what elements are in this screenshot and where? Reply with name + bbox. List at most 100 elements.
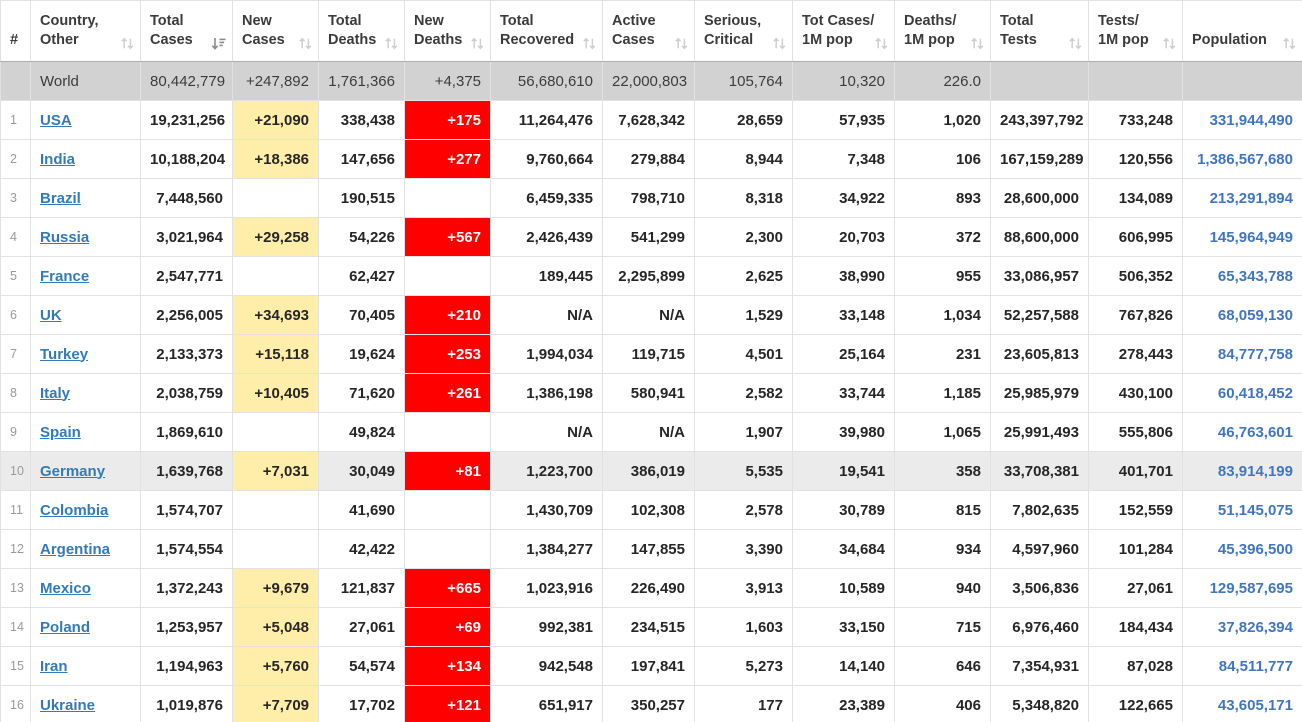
population-cell: 37,826,394 xyxy=(1183,608,1302,647)
cases-per-1m-cell: 10,320 xyxy=(793,62,895,101)
column-header-cases_per_1m[interactable]: Tot Cases/1M pop xyxy=(793,1,895,62)
new-cases-cell xyxy=(233,491,319,530)
sort-icon[interactable] xyxy=(772,36,787,51)
tests-per-1m-cell: 27,061 xyxy=(1089,569,1183,608)
population-link[interactable]: 84,777,758 xyxy=(1218,346,1293,363)
country-link[interactable]: Spain xyxy=(40,424,81,441)
country-link[interactable]: Germany xyxy=(40,463,105,480)
country-link[interactable]: Russia xyxy=(40,229,89,246)
total-cases-cell: 1,019,876 xyxy=(141,686,233,722)
deaths-per-1m-cell: 106 xyxy=(895,140,991,179)
rank-cell: 6 xyxy=(1,296,31,335)
country-link[interactable]: France xyxy=(40,268,89,285)
column-label: New xyxy=(242,12,312,31)
population-cell: 68,059,130 xyxy=(1183,296,1302,335)
country-link[interactable]: USA xyxy=(40,112,72,129)
population-cell: 83,914,199 xyxy=(1183,452,1302,491)
column-header-total_recovered[interactable]: TotalRecovered xyxy=(491,1,603,62)
rank-cell: 5 xyxy=(1,257,31,296)
sort-icon[interactable] xyxy=(384,36,399,51)
table-body: World80,442,779+247,8921,761,366+4,37556… xyxy=(1,62,1302,722)
table-row: 13Mexico1,372,243+9,679121,837+6651,023,… xyxy=(1,569,1302,608)
sort-icon[interactable] xyxy=(1282,36,1297,51)
cases-per-1m-cell: 57,935 xyxy=(793,101,895,140)
population-link[interactable]: 1,386,567,680 xyxy=(1197,151,1293,168)
column-header-serious_critical[interactable]: Serious,Critical xyxy=(695,1,793,62)
sort-icon[interactable] xyxy=(674,36,689,51)
tests-per-1m-cell: 401,701 xyxy=(1089,452,1183,491)
column-header-total_tests[interactable]: TotalTests xyxy=(991,1,1089,62)
column-header-active_cases[interactable]: ActiveCases xyxy=(603,1,695,62)
population-link[interactable]: 83,914,199 xyxy=(1218,463,1293,480)
sort-icon[interactable] xyxy=(1162,36,1177,51)
column-header-new_cases[interactable]: NewCases xyxy=(233,1,319,62)
sort-icon[interactable] xyxy=(874,36,889,51)
tests-per-1m-cell: 278,443 xyxy=(1089,335,1183,374)
serious-critical-cell: 8,318 xyxy=(695,179,793,218)
sort-icon[interactable] xyxy=(470,36,485,51)
population-link[interactable]: 145,964,949 xyxy=(1210,229,1293,246)
sort-icon[interactable] xyxy=(120,36,135,51)
tests-per-1m-cell: 120,556 xyxy=(1089,140,1183,179)
tests-per-1m-cell: 87,028 xyxy=(1089,647,1183,686)
column-header-total_cases[interactable]: TotalCases xyxy=(141,1,233,62)
deaths-per-1m-cell: 1,034 xyxy=(895,296,991,335)
serious-critical-cell: 2,578 xyxy=(695,491,793,530)
population-link[interactable]: 60,418,452 xyxy=(1218,385,1293,402)
total-recovered-cell: 1,386,198 xyxy=(491,374,603,413)
population-link[interactable]: 213,291,894 xyxy=(1210,190,1293,207)
column-header-deaths_per_1m[interactable]: Deaths/1M pop xyxy=(895,1,991,62)
population-link[interactable]: 37,826,394 xyxy=(1218,619,1293,636)
population-link[interactable]: 84,511,777 xyxy=(1219,658,1293,675)
column-header-tests_per_1m[interactable]: Tests/1M pop xyxy=(1089,1,1183,62)
sort-desc-icon[interactable] xyxy=(210,36,227,51)
population-link[interactable]: 51,145,075 xyxy=(1218,502,1293,519)
country-link[interactable]: Ukraine xyxy=(40,697,95,714)
new-cases-cell: +21,090 xyxy=(233,101,319,140)
table-row: 3Brazil7,448,560190,5156,459,335798,7108… xyxy=(1,179,1302,218)
country-link[interactable]: Argentina xyxy=(40,541,110,558)
population-link[interactable]: 129,587,695 xyxy=(1210,580,1293,597)
country-link[interactable]: Brazil xyxy=(40,190,81,207)
population-link[interactable]: 45,396,500 xyxy=(1218,541,1293,558)
country-link[interactable]: India xyxy=(40,151,75,168)
total-recovered-cell: 2,426,439 xyxy=(491,218,603,257)
population-link[interactable]: 65,343,788 xyxy=(1218,268,1293,285)
rank-cell: 3 xyxy=(1,179,31,218)
sort-icon[interactable] xyxy=(970,36,985,51)
column-header-new_deaths[interactable]: NewDeaths xyxy=(405,1,491,62)
country-link[interactable]: UK xyxy=(40,307,62,324)
country-link[interactable]: Iran xyxy=(40,658,68,675)
total-cases-cell: 1,869,610 xyxy=(141,413,233,452)
country-link[interactable]: Poland xyxy=(40,619,90,636)
cases-per-1m-cell: 25,164 xyxy=(793,335,895,374)
serious-critical-cell: 1,529 xyxy=(695,296,793,335)
population-link[interactable]: 43,605,171 xyxy=(1218,697,1293,714)
tests-per-1m-cell: 555,806 xyxy=(1089,413,1183,452)
country-cell: UK xyxy=(31,296,141,335)
sort-icon[interactable] xyxy=(298,36,313,51)
total-deaths-cell: 121,837 xyxy=(319,569,405,608)
population-link[interactable]: 46,763,601 xyxy=(1218,424,1293,441)
column-header-total_deaths[interactable]: TotalDeaths xyxy=(319,1,405,62)
country-cell: Spain xyxy=(31,413,141,452)
country-link[interactable]: Turkey xyxy=(40,346,88,363)
total-recovered-cell: 1,223,700 xyxy=(491,452,603,491)
rank-cell: 15 xyxy=(1,647,31,686)
column-header-country[interactable]: Country,Other xyxy=(31,1,141,62)
total-recovered-cell: 1,384,277 xyxy=(491,530,603,569)
active-cases-cell: 350,257 xyxy=(603,686,695,722)
sort-icon[interactable] xyxy=(582,36,597,51)
country-link[interactable]: Mexico xyxy=(40,580,91,597)
country-link[interactable]: Colombia xyxy=(40,502,108,519)
total-cases-cell: 2,256,005 xyxy=(141,296,233,335)
column-header-population[interactable]: Population xyxy=(1183,1,1302,62)
serious-critical-cell: 1,603 xyxy=(695,608,793,647)
total-tests-cell: 25,991,493 xyxy=(991,413,1089,452)
rank-cell xyxy=(1,62,31,101)
population-link[interactable]: 68,059,130 xyxy=(1218,307,1293,324)
population-link[interactable]: 331,944,490 xyxy=(1210,112,1293,129)
country-link[interactable]: Italy xyxy=(40,385,70,402)
sort-icon[interactable] xyxy=(1068,36,1083,51)
population-cell: 46,763,601 xyxy=(1183,413,1302,452)
